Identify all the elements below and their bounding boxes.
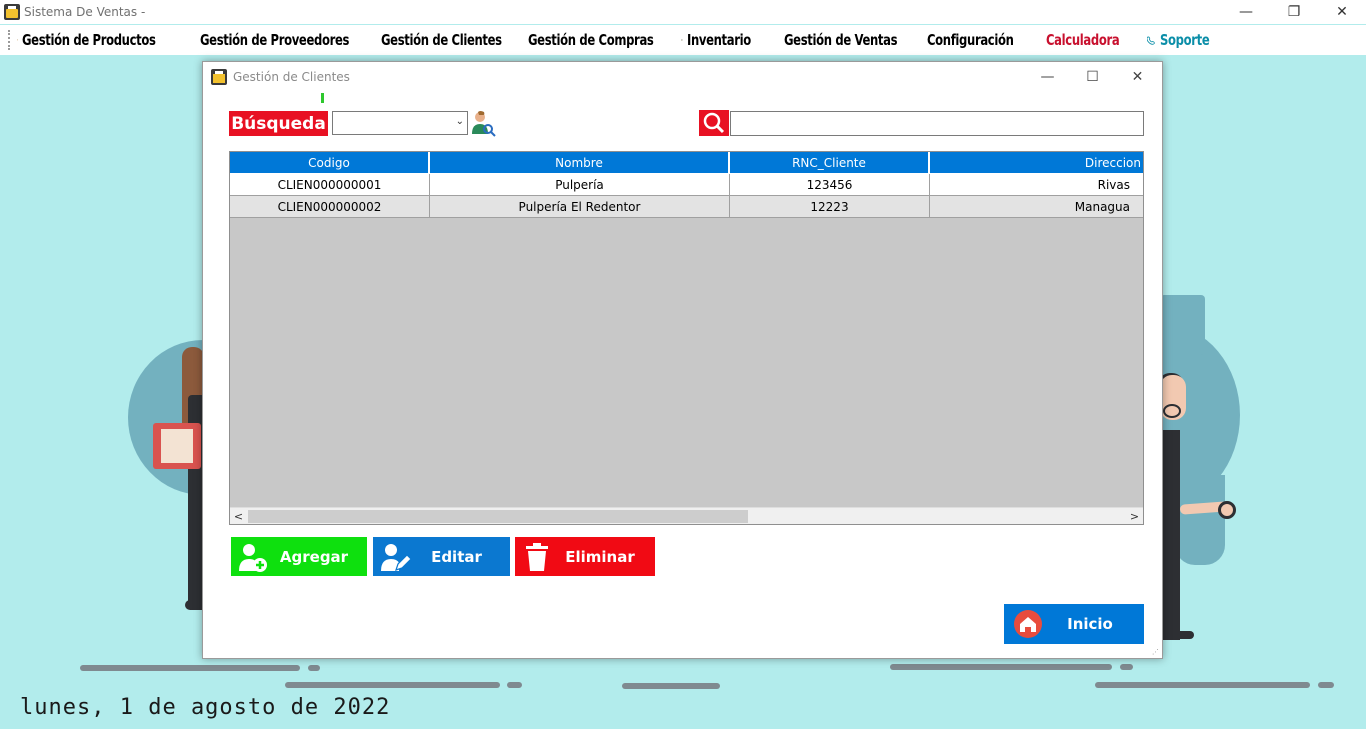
man-figure bbox=[1162, 430, 1180, 640]
menu-item-productos[interactable]: Gestión de Productos bbox=[17, 25, 177, 55]
column-header-nombre[interactable]: Nombre bbox=[430, 152, 730, 173]
clientes-dialog: Gestión de Clientes — ☐ ✕ Búsqueda ⌄ Cod… bbox=[202, 61, 1163, 659]
menu-label-proveedores: Gestión de Proveedores bbox=[200, 31, 350, 49]
app-title: Sistema De Ventas - bbox=[24, 5, 146, 19]
window-controls: — ❐ ✕ bbox=[1222, 0, 1366, 24]
floor-line bbox=[1120, 664, 1133, 670]
cash-register-icon bbox=[4, 4, 20, 20]
menu-label-ventas: Gestión de Ventas bbox=[784, 31, 898, 49]
scroll-right-button[interactable]: > bbox=[1126, 508, 1143, 524]
horizontal-scrollbar[interactable]: < > bbox=[230, 507, 1143, 524]
edit-user-icon bbox=[377, 540, 413, 574]
menu-label-configuracion: Configuración bbox=[927, 31, 1014, 49]
search-label: Búsqueda bbox=[229, 111, 328, 136]
delete-client-button[interactable]: Eliminar bbox=[515, 537, 655, 576]
cell-direccion[interactable]: Rivas bbox=[930, 174, 1143, 196]
cash-register-icon bbox=[211, 69, 227, 85]
table-row[interactable]: CLIEN000000001 Pulpería 123456 Rivas bbox=[230, 174, 1143, 196]
chevron-down-icon[interactable]: ⌄ bbox=[456, 116, 464, 127]
menu-bar: Gestión de Productos Gestión de Proveedo… bbox=[0, 25, 1366, 55]
dialog-window-controls: — ☐ ✕ bbox=[1025, 62, 1160, 92]
minimize-button[interactable]: — bbox=[1222, 0, 1270, 24]
menu-label-calculadora: Calculadora bbox=[1046, 31, 1120, 49]
dialog-maximize-button[interactable]: ☐ bbox=[1070, 62, 1115, 92]
dialog-minimize-button[interactable]: — bbox=[1025, 62, 1070, 92]
user-search-icon[interactable] bbox=[470, 110, 496, 137]
home-icon bbox=[1010, 607, 1046, 641]
add-client-label: Agregar bbox=[279, 547, 349, 566]
cell-nombre[interactable]: Pulpería El Redentor bbox=[430, 196, 730, 218]
menu-label-compras: Gestión de Compras bbox=[528, 31, 654, 49]
glasses-illustration bbox=[1163, 404, 1181, 418]
focus-indicator bbox=[321, 93, 324, 103]
menu-label-inventario: Inventario bbox=[686, 31, 751, 49]
cell-direccion[interactable]: Managua bbox=[930, 196, 1143, 218]
clients-table[interactable]: Codigo Nombre RNC_Cliente Direccion CLIE… bbox=[229, 151, 1144, 525]
home-label: Inicio bbox=[1067, 615, 1113, 633]
cell-codigo[interactable]: CLIEN000000001 bbox=[230, 174, 430, 196]
app-titlebar: Sistema De Ventas - — ❐ ✕ bbox=[0, 0, 1366, 24]
edit-client-button[interactable]: Editar bbox=[373, 537, 510, 576]
menu-item-inventario[interactable]: Inventario bbox=[681, 25, 761, 55]
floor-line bbox=[285, 682, 500, 688]
menu-label-productos: Gestión de Productos bbox=[21, 31, 156, 49]
scroll-left-button[interactable]: < bbox=[230, 508, 247, 524]
floor-line bbox=[80, 665, 300, 671]
resize-grip[interactable]: ⋰ bbox=[1152, 648, 1160, 656]
clipboard-icon bbox=[681, 39, 683, 41]
search-button[interactable] bbox=[699, 110, 729, 136]
man-figure-foot bbox=[1160, 631, 1194, 639]
dialog-titlebar: Gestión de Clientes — ☐ ✕ bbox=[203, 62, 1162, 92]
cell-nombre[interactable]: Pulpería bbox=[430, 174, 730, 196]
current-date: lunes, 1 de agosto de 2022 bbox=[20, 695, 391, 720]
menu-grip bbox=[8, 30, 11, 50]
table-header: Codigo Nombre RNC_Cliente Direccion bbox=[230, 152, 1143, 174]
decorative-shape bbox=[1160, 295, 1205, 355]
menu-item-compras[interactable]: Gestión de Compras bbox=[524, 25, 662, 55]
add-client-button[interactable]: Agregar bbox=[231, 537, 367, 576]
menu-item-proveedores[interactable]: Gestión de Proveedores bbox=[196, 25, 358, 55]
dialog-title: Gestión de Clientes bbox=[233, 70, 350, 84]
add-user-icon bbox=[235, 540, 271, 574]
menu-item-clientes[interactable]: Gestión de Clientes bbox=[377, 25, 505, 55]
floor-line bbox=[308, 665, 320, 671]
menu-item-ventas[interactable]: Gestión de Ventas bbox=[780, 25, 904, 55]
man-figure-hand bbox=[1218, 501, 1236, 519]
delete-client-label: Eliminar bbox=[565, 547, 635, 566]
cell-rnc[interactable]: 123456 bbox=[730, 174, 930, 196]
column-header-codigo[interactable]: Codigo bbox=[230, 152, 430, 173]
menu-item-calculadora[interactable]: Calculadora bbox=[1042, 25, 1128, 55]
search-input[interactable] bbox=[730, 111, 1144, 136]
close-button[interactable]: ✕ bbox=[1318, 0, 1366, 24]
edit-client-label: Editar bbox=[431, 547, 482, 566]
floor-line bbox=[890, 664, 1112, 670]
menu-label-clientes: Gestión de Clientes bbox=[381, 31, 502, 49]
floor-line bbox=[1318, 682, 1334, 688]
status-bar: lunes, 1 de agosto de 2022 bbox=[0, 689, 1366, 729]
trash-icon bbox=[519, 540, 555, 574]
restore-button[interactable]: ❐ bbox=[1270, 0, 1318, 24]
menu-label-soporte: Soporte bbox=[1159, 31, 1210, 49]
dialog-close-button[interactable]: ✕ bbox=[1115, 62, 1160, 92]
search-filter-select[interactable]: ⌄ bbox=[332, 111, 468, 135]
menu-item-soporte[interactable]: Soporte bbox=[1147, 25, 1217, 55]
home-button[interactable]: Inicio bbox=[1004, 604, 1144, 644]
book-illustration bbox=[153, 423, 201, 469]
column-header-direccion[interactable]: Direccion bbox=[930, 152, 1143, 173]
cell-codigo[interactable]: CLIEN000000002 bbox=[230, 196, 430, 218]
table-row[interactable]: CLIEN000000002 Pulpería El Redentor 1222… bbox=[230, 196, 1143, 218]
phone-icon bbox=[1147, 36, 1155, 45]
decorative-shape bbox=[1175, 475, 1225, 565]
floor-line bbox=[507, 682, 522, 688]
menu-item-configuracion[interactable]: Configuración bbox=[923, 25, 1023, 55]
box-icon bbox=[17, 39, 18, 41]
scroll-thumb[interactable] bbox=[248, 510, 748, 523]
floor-line bbox=[1095, 682, 1310, 688]
column-header-rnc[interactable]: RNC_Cliente bbox=[730, 152, 930, 173]
cell-rnc[interactable]: 12223 bbox=[730, 196, 930, 218]
search-icon bbox=[703, 112, 725, 134]
